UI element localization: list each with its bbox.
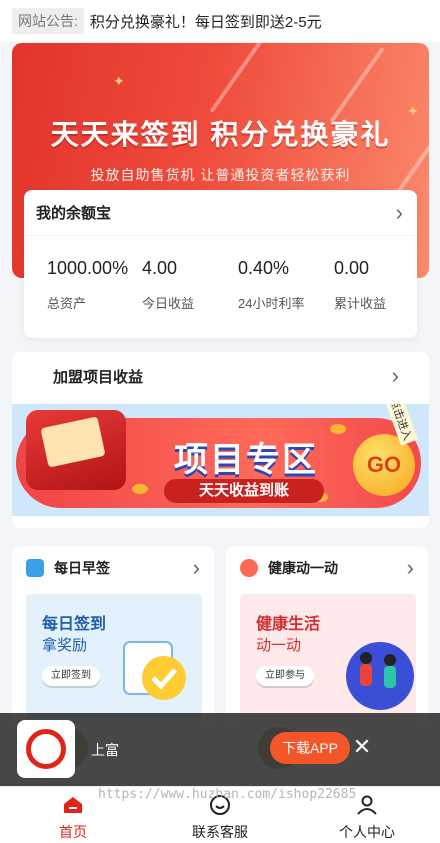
app-logo-mark	[26, 729, 66, 769]
decor-streak	[209, 43, 265, 114]
health-card-body: 健康生活 动一动 立即参与	[240, 594, 416, 724]
notice-text[interactable]: 积分兑换豪礼！每日签到即送2-5元	[90, 11, 322, 32]
download-app-button[interactable]: 下载APP	[270, 732, 350, 764]
notice-tag: 网站公告:	[12, 8, 84, 34]
stat-value: 1000.00%	[47, 258, 129, 278]
wallet-card: 我的余额宝 › 1000.00% 总资产 4.00 今日收益 0.40% 24小…	[24, 190, 417, 338]
user-icon	[357, 795, 377, 815]
join-button[interactable]: 立即参与	[256, 666, 314, 686]
sparkle-icon: ✦	[113, 73, 125, 89]
health-card[interactable]: 健康动一动 › 健康生活 动一动 立即参与	[226, 546, 428, 726]
watermark-text: https://www.huzhan.com/ishop22685	[98, 787, 357, 802]
project-section: 加盟项目收益 › 项目专区 天天收益到账 GO 点击进入	[12, 352, 429, 528]
health-body-title: 健康生活	[256, 616, 321, 633]
project-title: 加盟项目收益	[53, 368, 144, 386]
project-banner[interactable]: 项目专区 天天收益到账 GO 点击进入	[12, 404, 429, 516]
home-icon	[64, 797, 82, 813]
calendar-icon	[26, 559, 44, 577]
checkin-button[interactable]: 立即签到	[42, 666, 100, 686]
tab-label: 首页	[59, 824, 87, 840]
checkin-body-title: 每日签到	[42, 616, 107, 633]
close-icon[interactable]: ✕	[352, 735, 372, 759]
tab-label: 联系客服	[192, 824, 248, 840]
chevron-right-icon[interactable]: ›	[193, 557, 200, 579]
coin-icon	[132, 484, 148, 494]
runners-illustration	[346, 642, 414, 710]
wallet-header[interactable]: 我的余额宝 ›	[24, 190, 417, 236]
stat-cumulative-income: 0.00 累计收益	[334, 258, 386, 312]
app-logo	[17, 720, 75, 778]
stat-value: 0.00	[334, 258, 370, 278]
wallet-title: 我的余额宝	[36, 205, 112, 222]
app-download-bar: 上富 下载APP ✕	[0, 713, 440, 786]
stat-label: 累计收益	[334, 296, 387, 311]
calendar-check-illustration	[123, 641, 186, 700]
tab-label: 个人中心	[339, 824, 395, 840]
stat-total-assets: 1000.00% 总资产	[47, 258, 128, 312]
chevron-right-icon[interactable]: ›	[396, 201, 403, 224]
project-header[interactable]: 加盟项目收益 ›	[12, 352, 429, 400]
banner-title: 天天来签到 积分兑换豪礼	[50, 119, 391, 150]
checkin-card-body: 每日签到 拿奖励 立即签到	[26, 594, 202, 724]
health-card-title: 健康动一动	[268, 560, 338, 576]
stat-label: 24小时利率	[238, 296, 305, 311]
health-card-header[interactable]: 健康动一动 ›	[226, 546, 428, 590]
chevron-right-icon[interactable]: ›	[407, 557, 414, 579]
chevron-right-icon[interactable]: ›	[392, 365, 399, 387]
checkin-body-subtitle: 拿奖励	[42, 637, 88, 654]
stat-value: 4.00	[142, 258, 178, 278]
stat-value: 0.40%	[238, 258, 290, 278]
decor-streak	[329, 46, 385, 124]
project-banner-subtitle: 天天收益到账	[164, 479, 324, 503]
health-body-subtitle: 动一动	[256, 637, 302, 654]
checkin-card-header[interactable]: 每日早签 ›	[12, 546, 214, 590]
app-name: 上富	[91, 742, 119, 758]
project-banner-title: 项目专区	[174, 441, 318, 479]
stat-today-income: 4.00 今日收益	[142, 258, 194, 312]
banner-subtitle: 投放自助售货机 让普通投资者轻松获利	[90, 167, 351, 183]
stat-24h-rate: 0.40% 24小时利率	[238, 258, 304, 312]
checkin-card-title: 每日早签	[54, 560, 110, 576]
checkin-card[interactable]: 每日早签 › 每日签到 拿奖励 立即签到	[12, 546, 214, 726]
flame-icon	[240, 559, 258, 577]
notice-bar: 网站公告: 积分兑换豪礼！每日签到即送2-5元	[0, 0, 440, 42]
stat-label: 总资产	[47, 296, 87, 311]
coin-icon	[330, 424, 346, 434]
stat-label: 今日收益	[142, 296, 195, 311]
